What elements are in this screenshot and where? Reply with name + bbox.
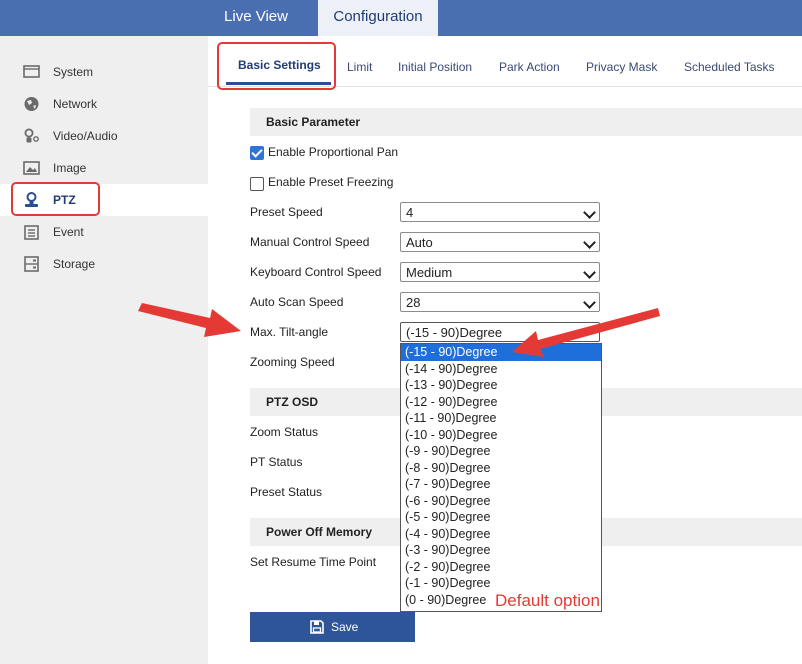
- enable-proportional-pan-label: Enable Proportional Pan: [268, 145, 399, 159]
- tab-limit[interactable]: Limit: [347, 60, 372, 74]
- max-tilt-angle-label: Max. Tilt-angle: [250, 325, 329, 339]
- set-resume-time-point-label: Set Resume Time Point: [250, 555, 377, 569]
- dropdown-option[interactable]: (-9 - 90)Degree: [401, 443, 601, 460]
- tab-privacy-mask[interactable]: Privacy Mask: [586, 60, 657, 74]
- sidebar-item-label: Storage: [53, 257, 96, 271]
- tab-scheduled-tasks[interactable]: Scheduled Tasks: [684, 60, 775, 74]
- max-tilt-angle-select[interactable]: (-15 - 90)Degree: [400, 322, 600, 342]
- dropdown-option[interactable]: (-6 - 90)Degree: [401, 493, 601, 510]
- keyboard-control-speed-label: Keyboard Control Speed: [250, 265, 382, 279]
- tab-configuration[interactable]: Configuration: [318, 0, 438, 36]
- calendar-icon: [23, 224, 40, 240]
- dropdown-option[interactable]: (-8 - 90)Degree: [401, 460, 601, 477]
- section-basic-parameter: Basic Parameter: [250, 108, 802, 136]
- default-option-annotation: Default option: [495, 591, 600, 610]
- sidebar-item-image[interactable]: Image: [0, 152, 208, 184]
- section-title: PTZ OSD: [266, 395, 319, 409]
- chevron-down-icon: [583, 296, 596, 309]
- ptz-icon: [23, 192, 40, 208]
- manual-control-speed-label: Manual Control Speed: [250, 235, 370, 249]
- active-tab-indicator: [226, 82, 331, 85]
- auto-scan-speed-label: Auto Scan Speed: [250, 295, 344, 309]
- storage-icon: [23, 256, 40, 272]
- dropdown-option[interactable]: (-4 - 90)Degree: [401, 526, 601, 543]
- sidebar-item-label: Image: [53, 161, 87, 175]
- dropdown-option[interactable]: (-13 - 90)Degree: [401, 377, 601, 394]
- zoom-status-label: Zoom Status: [250, 425, 319, 439]
- sidebar-item-system[interactable]: System: [0, 56, 208, 88]
- auto-scan-speed-select[interactable]: 28: [400, 292, 600, 312]
- sidebar-item-video-audio[interactable]: Video/Audio: [0, 120, 208, 152]
- tab-live-view[interactable]: Live View: [205, 0, 307, 36]
- dropdown-option[interactable]: (-12 - 90)Degree: [401, 394, 601, 411]
- subtab-bar: Basic Settings Limit Initial Position Pa…: [208, 36, 802, 87]
- sidebar: System Network Video/Audio Image PTZ Eve…: [0, 36, 208, 664]
- select-value: Auto: [406, 235, 433, 250]
- camera-mic-icon: [23, 128, 40, 144]
- select-value: 4: [406, 205, 414, 220]
- dropdown-option[interactable]: (-7 - 90)Degree: [401, 476, 601, 493]
- sidebar-item-ptz[interactable]: PTZ: [0, 184, 208, 216]
- manual-control-speed-select[interactable]: Auto: [400, 232, 600, 252]
- main-content: Basic Settings Limit Initial Position Pa…: [208, 36, 802, 664]
- sidebar-item-storage[interactable]: Storage: [0, 248, 208, 280]
- enable-proportional-pan-checkbox[interactable]: [250, 146, 264, 160]
- image-icon: [23, 160, 40, 176]
- dropdown-option[interactable]: (-15 - 90)Degree: [401, 344, 601, 361]
- select-value: Medium: [406, 265, 453, 280]
- save-button[interactable]: Save: [250, 612, 415, 642]
- globe-icon: [23, 96, 40, 112]
- tilt-angle-dropdown-list: (-15 - 90)Degree (-14 - 90)Degree (-13 -…: [400, 343, 602, 612]
- preset-status-label: Preset Status: [250, 485, 323, 499]
- sidebar-item-label: PTZ: [53, 193, 76, 207]
- enable-preset-freezing-checkbox[interactable]: [250, 177, 264, 191]
- sidebar-item-label: Video/Audio: [53, 129, 118, 143]
- sidebar-item-label: System: [53, 65, 94, 79]
- chevron-down-icon: [583, 266, 596, 279]
- dropdown-option[interactable]: (-2 - 90)Degree: [401, 559, 601, 576]
- floppy-disk-icon: [310, 620, 324, 634]
- sidebar-item-label: Network: [53, 97, 98, 111]
- dropdown-option[interactable]: (-11 - 90)Degree: [401, 410, 601, 427]
- tab-initial-position[interactable]: Initial Position: [398, 60, 472, 74]
- zooming-speed-label: Zooming Speed: [250, 355, 335, 369]
- section-title: Power Off Memory: [266, 525, 373, 539]
- dropdown-option[interactable]: (-3 - 90)Degree: [401, 542, 601, 559]
- enable-preset-freezing-label: Enable Preset Freezing: [268, 175, 394, 189]
- preset-speed-select[interactable]: 4: [400, 202, 600, 222]
- dropdown-option[interactable]: (-10 - 90)Degree: [401, 427, 601, 444]
- sidebar-item-event[interactable]: Event: [0, 216, 208, 248]
- select-value: 28: [406, 295, 421, 310]
- section-title: Basic Parameter: [266, 115, 361, 129]
- tab-basic-settings[interactable]: Basic Settings: [238, 58, 321, 72]
- preset-speed-label: Preset Speed: [250, 205, 323, 219]
- chevron-down-icon: [583, 236, 596, 249]
- chevron-down-icon: [583, 206, 596, 219]
- tab-park-action[interactable]: Park Action: [499, 60, 560, 74]
- dropdown-option[interactable]: (-5 - 90)Degree: [401, 509, 601, 526]
- sidebar-item-label: Event: [53, 225, 84, 239]
- pt-status-label: PT Status: [250, 455, 303, 469]
- select-value: (-15 - 90)Degree: [406, 325, 503, 340]
- sidebar-item-network[interactable]: Network: [0, 88, 208, 120]
- monitor-icon: [23, 64, 40, 80]
- save-button-label: Save: [331, 620, 359, 634]
- top-nav-bar: Live View Configuration: [0, 0, 802, 36]
- dropdown-option[interactable]: (-1 - 90)Degree: [401, 575, 601, 592]
- dropdown-option[interactable]: (-14 - 90)Degree: [401, 361, 601, 378]
- keyboard-control-speed-select[interactable]: Medium: [400, 262, 600, 282]
